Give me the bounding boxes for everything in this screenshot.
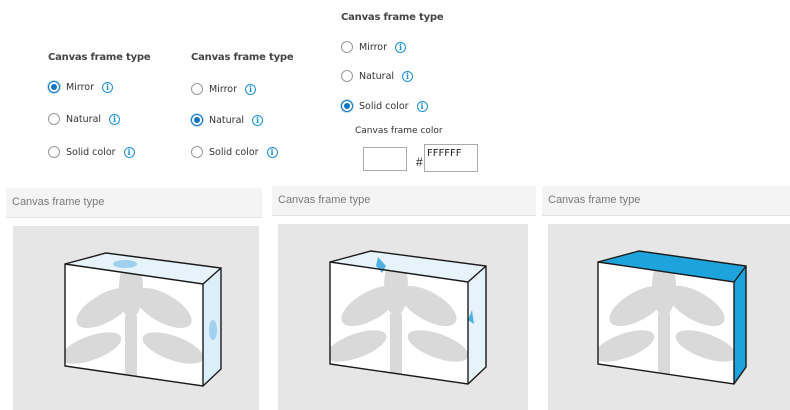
group-title: Canvas frame type [341,12,444,23]
color-swatch[interactable] [363,147,407,171]
frame-type-group-solid-color: Canvas frame type Mirror i Natural i Sol… [341,12,501,177]
preview-image [278,224,528,410]
radio-button[interactable] [191,146,203,158]
option-label: Mirror [359,41,387,53]
info-icon[interactable]: i [395,41,406,53]
radio-button[interactable] [341,70,353,82]
hex-color-input[interactable]: FFFFFF [424,144,478,172]
info-icon[interactable]: i [416,100,428,112]
frame-color-label: Canvas frame color [355,126,443,136]
radio-button[interactable] [341,41,353,53]
radio-option-natural[interactable]: Natural i [191,111,264,129]
radio-option-natural[interactable]: Natural i [48,110,121,128]
option-label: Natural [209,114,245,126]
group-title: Canvas frame type [48,52,151,63]
radio-option-solid-color[interactable]: Solid color i [341,97,428,115]
radio-button[interactable] [191,114,203,126]
info-icon[interactable]: i [266,146,278,158]
radio-option-mirror[interactable]: Mirror i [48,78,113,96]
preview-header: Canvas frame type [542,186,790,216]
info-icon[interactable]: i [252,114,264,126]
radio-button[interactable] [48,146,60,158]
option-label: Solid color [359,100,409,112]
frame-type-group-natural: Canvas frame type Mirror i Natural i Sol… [191,52,321,172]
radio-option-mirror[interactable]: Mirror i [191,80,256,98]
radio-option-mirror[interactable]: Mirror i [341,38,406,56]
option-label: Solid color [209,146,259,158]
preview-panel-solid-color: Canvas frame type [542,186,790,410]
radio-button[interactable] [341,100,353,112]
radio-button[interactable] [48,113,60,125]
radio-option-solid-color[interactable]: Solid color i [48,143,135,161]
group-title: Canvas frame type [191,52,294,63]
preview-header: Canvas frame type [272,186,536,216]
option-label: Mirror [66,81,94,93]
canvas-natural-illustration [329,250,487,385]
radio-option-natural[interactable]: Natural i [341,67,414,85]
frame-type-group-mirror: Canvas frame type Mirror i Natural i Sol… [48,52,178,172]
info-icon[interactable]: i [402,70,414,82]
info-icon[interactable]: i [123,146,135,158]
canvas-mirror-illustration [64,252,222,387]
preview-panel-natural: Canvas frame type [272,186,536,410]
info-icon[interactable]: i [102,81,113,93]
radio-button[interactable] [191,83,203,95]
preview-header: Canvas frame type [6,188,262,218]
option-label: Mirror [209,83,237,95]
radio-option-solid-color[interactable]: Solid color i [191,143,278,161]
preview-image [13,226,259,410]
info-icon[interactable]: i [109,113,121,125]
hash-symbol: # [416,155,423,169]
option-label: Natural [359,70,395,82]
radio-button[interactable] [48,81,60,93]
preview-image [548,224,790,410]
preview-panel-mirror: Canvas frame type [6,188,262,410]
option-label: Natural [66,113,102,125]
canvas-solid-color-illustration [597,250,747,385]
info-icon[interactable]: i [245,83,256,95]
option-label: Solid color [66,146,116,158]
